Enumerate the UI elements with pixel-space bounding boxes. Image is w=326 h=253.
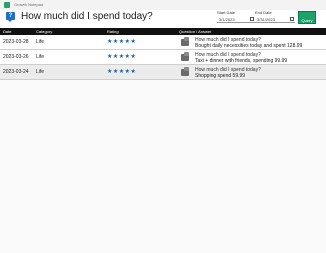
end-date-label: End Date: [255, 10, 272, 15]
query-button[interactable]: Query: [298, 11, 316, 24]
question-answer: How much did I spend today? Taxi + dinne…: [195, 52, 287, 64]
table-row-selected[interactable]: 2023-03-24 Life ★★★★★ How much did I spe…: [0, 65, 326, 80]
chat-bubbles-icon: [181, 67, 189, 76]
row-date: 2023-03-24: [3, 69, 29, 75]
start-date-value: 3/1/2023: [219, 17, 235, 22]
table-row[interactable]: 2023-03-28 Life ★★★★★ How much did I spe…: [0, 35, 326, 50]
column-header-date[interactable]: Date: [3, 28, 11, 35]
column-header-category[interactable]: Category: [36, 28, 52, 35]
row-category: Life: [36, 54, 45, 60]
window-title: Growth Notepad: [14, 2, 44, 7]
page-title: How much did I spend today?: [21, 11, 153, 22]
row-answer: Shopping spend 59.99: [195, 73, 246, 79]
question-answer: How much did I spend today? Shopping spe…: [195, 67, 261, 79]
column-header-question-answer[interactable]: Question / Answer: [179, 28, 211, 35]
calendar-icon[interactable]: [290, 17, 294, 21]
start-date-picker[interactable]: 3/1/2023: [217, 16, 255, 23]
app-window: Growth Notepad ? How much did I spend to…: [0, 0, 326, 253]
end-date-value: 3/31/2023: [257, 17, 275, 22]
query-button-label: Query: [301, 18, 313, 23]
calendar-icon[interactable]: [250, 17, 254, 21]
row-answer: Bought daily necessities today and spent…: [195, 43, 303, 49]
row-date: 2023-03-26: [3, 54, 29, 60]
star-rating[interactable]: ★★★★★: [107, 50, 136, 65]
table-header: Date Category Rating Question / Answer: [0, 28, 326, 35]
row-category: Life: [36, 39, 45, 45]
start-date-label: Start Date: [217, 10, 236, 15]
row-answer: Taxi + dinner with friends, spending 99.…: [195, 58, 288, 64]
chat-bubbles-icon: [181, 52, 189, 61]
row-category: Life: [36, 69, 45, 75]
question-answer: How much did I spend today? Bought daily…: [195, 37, 302, 49]
star-rating[interactable]: ★★★★★: [107, 65, 136, 80]
end-date-picker[interactable]: 3/31/2023: [255, 16, 295, 23]
column-header-rating[interactable]: Rating: [107, 28, 119, 35]
question-bubble-icon: ?: [6, 12, 15, 22]
star-rating[interactable]: ★★★★★: [107, 35, 136, 50]
notepad-app-icon: [4, 2, 10, 8]
table-row[interactable]: 2023-03-26 Life ★★★★★ How much did I spe…: [0, 50, 326, 65]
title-bar: Growth Notepad: [0, 0, 326, 10]
row-date: 2023-03-28: [3, 39, 29, 45]
chat-bubbles-icon: [181, 37, 189, 46]
